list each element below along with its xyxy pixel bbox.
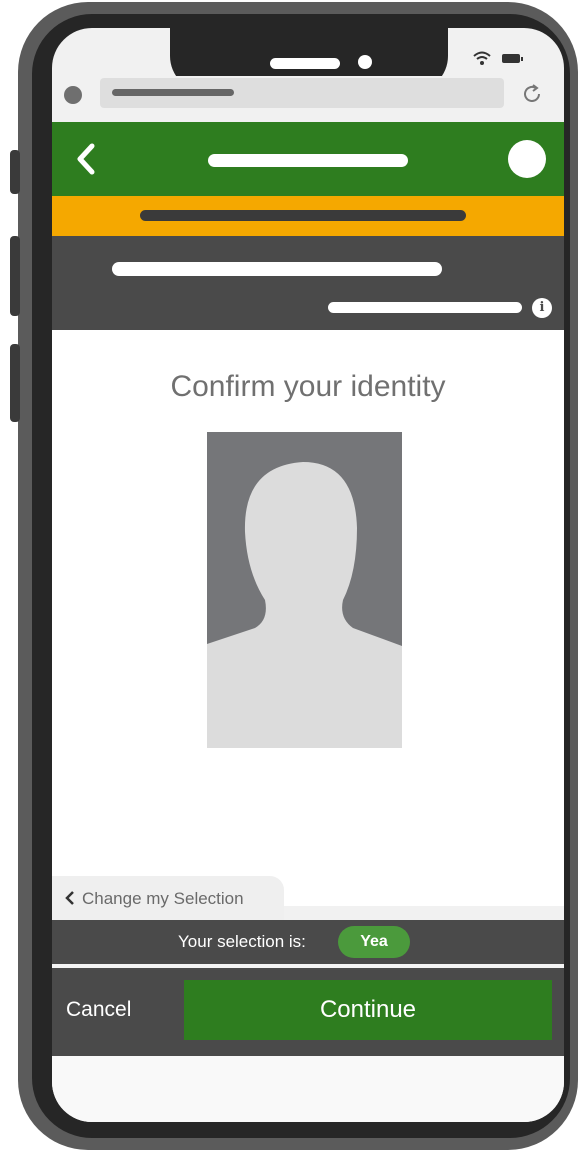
phone-screen: i Confirm your identity Change my Select… xyxy=(52,28,564,1122)
cancel-button[interactable]: Cancel xyxy=(66,998,131,1022)
page-title: Confirm your identity xyxy=(170,370,446,403)
browser-menu-dot[interactable] xyxy=(64,86,82,104)
header-title-placeholder xyxy=(208,154,408,167)
banner-text-placeholder xyxy=(140,210,466,221)
phone-volume-down-button xyxy=(10,344,20,422)
selection-summary: Your selection is: Yea xyxy=(52,920,564,964)
browser-toolbar xyxy=(52,76,564,122)
chevron-left-icon xyxy=(65,891,74,905)
info-icon[interactable]: i xyxy=(532,298,552,318)
change-selection-label: Change my Selection xyxy=(82,889,244,908)
battery-icon xyxy=(502,54,523,63)
back-icon[interactable] xyxy=(72,140,102,178)
info-heading-placeholder xyxy=(112,262,442,276)
change-selection-button[interactable]: Change my Selection xyxy=(52,876,284,920)
main-content: Confirm your identity xyxy=(52,330,564,906)
front-camera xyxy=(358,55,372,69)
notice-banner xyxy=(52,196,564,236)
phone-volume-up-button xyxy=(10,236,20,316)
phone-side-button xyxy=(10,150,20,194)
continue-button[interactable]: Continue xyxy=(184,980,552,1040)
bottom-area xyxy=(52,1056,564,1122)
url-placeholder-line xyxy=(112,89,234,96)
info-panel: i xyxy=(52,236,564,330)
url-field[interactable] xyxy=(100,78,504,108)
profile-avatar-button[interactable] xyxy=(508,140,546,178)
app-header xyxy=(52,122,564,196)
info-subtext-placeholder xyxy=(328,302,522,313)
selection-label: Your selection is: xyxy=(178,932,306,951)
speaker-grille xyxy=(270,58,340,69)
wifi-icon xyxy=(473,51,491,65)
reload-icon[interactable] xyxy=(520,82,544,106)
avatar-silhouette xyxy=(207,432,402,748)
selection-value-badge: Yea xyxy=(338,926,410,958)
action-footer: Cancel Continue xyxy=(52,968,564,1056)
